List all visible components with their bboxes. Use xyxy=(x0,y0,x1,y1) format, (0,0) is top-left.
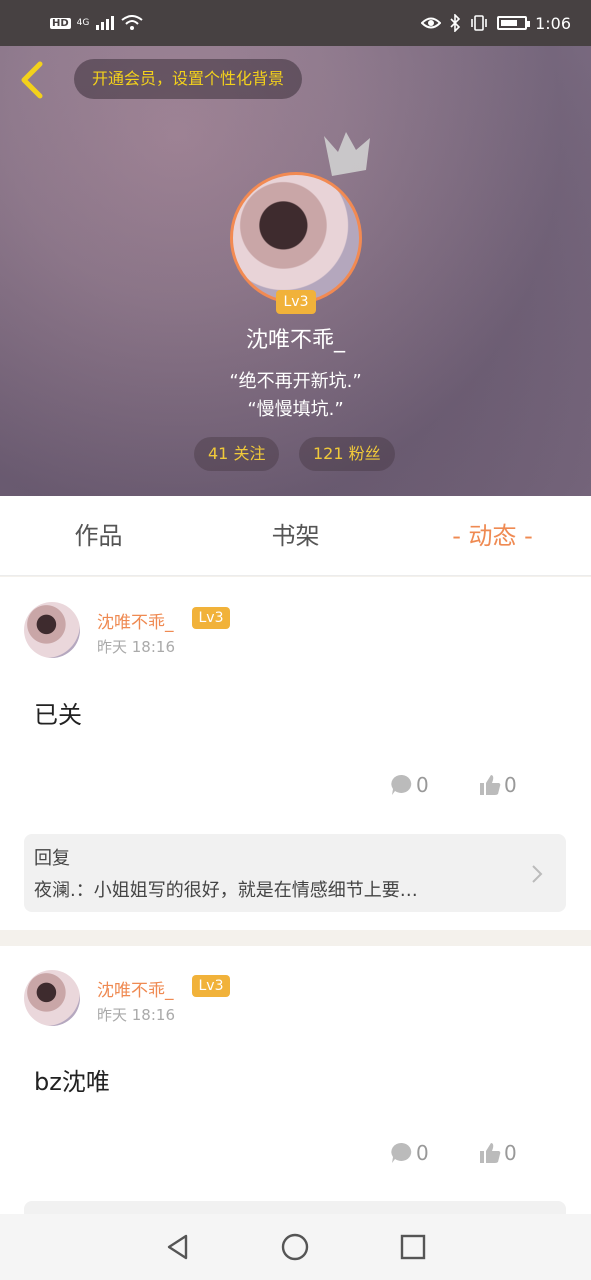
profile-motto: “绝不再开新坑.” “慢慢填坑.” xyxy=(0,368,591,424)
fans-count-button[interactable]: 121 粉丝 xyxy=(299,437,395,471)
section-divider xyxy=(0,930,591,946)
post-avatar[interactable] xyxy=(24,602,80,658)
profile-username: 沈唯不乖_ xyxy=(245,328,345,353)
battery-icon xyxy=(497,16,531,30)
post-text: bz沈唯 xyxy=(34,1068,110,1096)
signal-icon xyxy=(96,16,115,30)
motto-line-1: “绝不再开新坑.” xyxy=(229,371,362,392)
status-bar: HD 4G 1:06 xyxy=(0,0,591,46)
profile-avatar[interactable] xyxy=(230,172,362,304)
vip-background-button[interactable]: 开通会员，设置个性化背景 xyxy=(74,59,303,99)
recents-square-icon[interactable] xyxy=(399,1233,427,1261)
follow-count-button[interactable]: 41 关注 xyxy=(194,437,280,471)
comment-count: 0 xyxy=(416,1141,429,1165)
post-author[interactable]: 沈唯不乖_ xyxy=(97,976,174,1001)
comment-icon xyxy=(391,774,412,795)
like-count: 0 xyxy=(504,773,517,797)
post-text: 已关 xyxy=(34,701,82,729)
comment-button[interactable]: 0 xyxy=(390,1141,429,1165)
status-right: 1:06 xyxy=(421,14,571,33)
comment-button[interactable]: 0 xyxy=(390,773,429,797)
thumbs-up-icon xyxy=(480,775,501,795)
thumbs-up-icon xyxy=(480,1143,501,1163)
like-button[interactable]: 0 xyxy=(478,773,517,797)
vibrate-icon xyxy=(471,15,487,31)
system-nav-bar xyxy=(0,1214,591,1280)
tab-works[interactable]: 作品 xyxy=(0,496,197,575)
wifi-icon xyxy=(121,15,143,30)
post-time: 昨天 18:16 xyxy=(97,638,175,656)
clock: 1:06 xyxy=(535,13,571,33)
hd-badge: HD xyxy=(50,17,71,29)
tab-bookshelf[interactable]: 书架 xyxy=(197,496,394,575)
post-avatar[interactable] xyxy=(24,970,80,1026)
reply-title: 回复 xyxy=(34,848,70,869)
level-badge: Lv3 xyxy=(276,290,316,314)
profile-header: 开通会员，设置个性化背景 Lv3 沈唯不乖_ “绝不再开新坑.” “慢慢填坑.”… xyxy=(0,46,591,496)
post-time: 昨天 18:16 xyxy=(97,1006,175,1024)
like-button[interactable]: 0 xyxy=(478,1141,517,1165)
status-left: HD 4G xyxy=(50,15,143,31)
chevron-right-icon xyxy=(532,865,543,883)
network-type: 4G xyxy=(76,18,90,28)
post-level-badge: Lv3 xyxy=(192,975,230,997)
eye-icon xyxy=(421,17,442,29)
reply-preview[interactable]: 回复 夜澜.：小姐姐写的很好，就是在情感细节上要… xyxy=(24,834,566,912)
activity-post: 沈唯不乖_ Lv3 昨天 18:16 已关 0 0 回复 夜澜.：小姐姐写的很好… xyxy=(0,577,591,930)
bluetooth-icon xyxy=(450,14,461,32)
motto-line-2: “慢慢填坑.” xyxy=(247,399,344,420)
like-count: 0 xyxy=(504,1141,517,1165)
home-circle-icon[interactable] xyxy=(280,1232,310,1262)
profile-tabs: 作品 书架 - 动态 - xyxy=(0,496,591,576)
reply-text: 夜澜.：小姐姐写的很好，就是在情感细节上要… xyxy=(34,880,418,901)
comment-count: 0 xyxy=(416,773,429,797)
back-triangle-icon[interactable] xyxy=(164,1233,192,1261)
comment-icon xyxy=(391,1142,412,1163)
back-icon[interactable] xyxy=(16,60,50,100)
post-level-badge: Lv3 xyxy=(192,607,230,629)
crown-icon xyxy=(324,132,370,176)
activity-post: 沈唯不乖_ Lv3 昨天 18:16 bz沈唯 0 0 xyxy=(0,946,591,1221)
post-author[interactable]: 沈唯不乖_ xyxy=(97,608,174,633)
tab-activity[interactable]: - 动态 - xyxy=(394,496,591,575)
